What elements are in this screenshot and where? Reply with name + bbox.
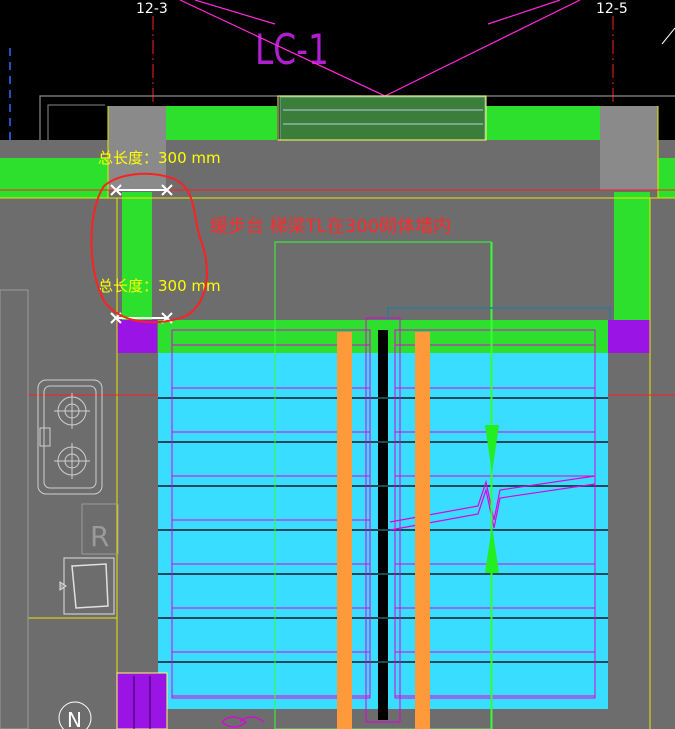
wall-green-right-stub xyxy=(658,158,675,198)
window-sill-band xyxy=(279,96,486,141)
dimension-text-bottom: 总长度：300 mm xyxy=(98,277,221,295)
post-purple-bottom xyxy=(116,672,168,729)
grid-label-left: 12-3 xyxy=(136,1,168,17)
column-right xyxy=(600,106,658,190)
window-tag-lc1: LC-1 xyxy=(255,25,329,74)
wall-green-left-stub xyxy=(0,158,108,198)
stair-beam-orange-right xyxy=(415,332,430,729)
wall-green-vertical-right xyxy=(614,192,650,322)
fridge-label: R xyxy=(90,520,109,553)
cad-drawing-canvas: 12-3 12-5 LC-1 R N 总长度：300 mm 总长度：300 mm… xyxy=(0,0,675,729)
post-purple-right xyxy=(608,320,650,353)
wall-green-top-right xyxy=(486,106,600,140)
stair-beam-orange-left xyxy=(337,332,352,729)
dimension-text-top: 总长度：300 mm xyxy=(98,149,221,167)
wall-green-vertical-left xyxy=(122,192,152,322)
post-purple-left xyxy=(117,320,157,353)
column-left xyxy=(108,106,166,190)
wall-green-top-left xyxy=(165,106,277,140)
markup-annotation: 缓步台 梯梁TL在300砌体墙内 xyxy=(210,216,451,237)
grid-label-right: 12-5 xyxy=(596,1,628,17)
left-edge-panel xyxy=(0,289,29,729)
north-symbol-label: N xyxy=(67,708,82,729)
